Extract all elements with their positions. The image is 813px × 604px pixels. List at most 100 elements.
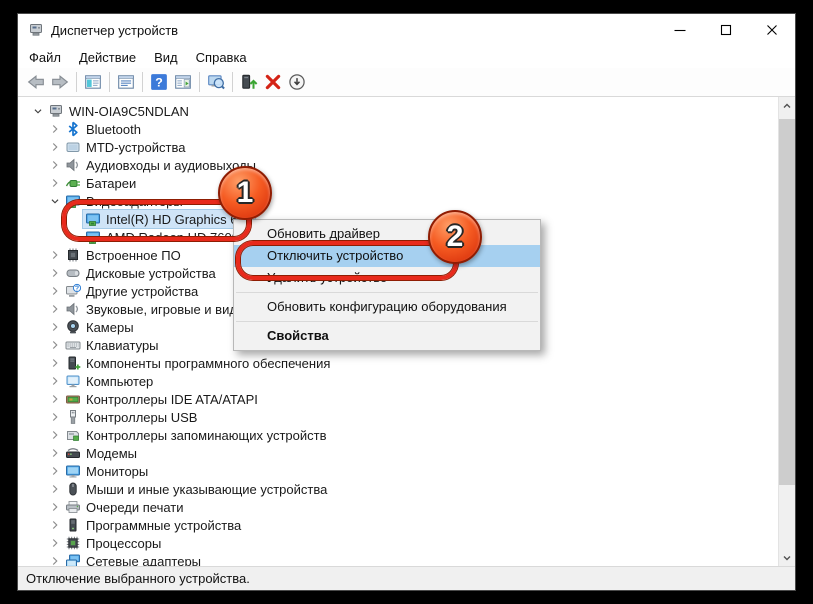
context-menu-item[interactable]: Обновить драйвер (234, 223, 540, 245)
tree-item-selected[interactable]: Intel(R) HD Graphics 620 (82, 209, 256, 229)
tree-row[interactable]: Bluetooth (18, 120, 778, 138)
tree-item[interactable]: Контроллеры IDE ATA/ATAPI (63, 390, 258, 408)
tree-item[interactable]: Мыши и иные указывающие устройства (63, 480, 327, 498)
chevron-right-icon[interactable] (47, 427, 63, 443)
context-menu-item[interactable]: Отключить устройство (234, 245, 540, 267)
tree-item[interactable]: Процессоры (63, 534, 161, 552)
tree-item[interactable]: AMD Radeon HD 7600M (83, 228, 250, 246)
disable-device-icon[interactable] (285, 70, 309, 94)
chevron-right-icon[interactable] (47, 553, 63, 566)
tree-row[interactable]: MTD-устройства (18, 138, 778, 156)
menu-file[interactable]: Файл (20, 48, 70, 67)
computer-icon (65, 373, 81, 389)
chevron-right-icon[interactable] (47, 391, 63, 407)
tree-item[interactable]: Видеоадаптеры (63, 192, 183, 210)
audio-icon (65, 157, 81, 173)
tree-item[interactable]: Модемы (63, 444, 137, 462)
tree-item[interactable]: Встроенное ПО (63, 246, 181, 264)
scrollbar-thumb[interactable] (779, 119, 795, 485)
menu-view[interactable]: Вид (145, 48, 187, 67)
chevron-right-icon[interactable] (47, 409, 63, 425)
tree-row[interactable]: Компьютер (18, 372, 778, 390)
action-pane-icon[interactable] (171, 70, 195, 94)
tree-item-label: Очереди печати (86, 499, 184, 515)
chevron-right-icon[interactable] (47, 373, 63, 389)
tree-row[interactable]: Видеоадаптеры (18, 192, 778, 210)
tree-row[interactable]: WIN-OIA9C5NDLAN (18, 102, 778, 120)
console-tree-icon[interactable] (81, 70, 105, 94)
chevron-right-icon[interactable] (47, 355, 63, 371)
chevron-down-icon[interactable] (30, 103, 46, 119)
menu-action[interactable]: Действие (70, 48, 145, 67)
forward-icon[interactable] (48, 70, 72, 94)
chevron-right-icon[interactable] (47, 247, 63, 263)
tree-row[interactable]: Мыши и иные указывающие устройства (18, 480, 778, 498)
tree-row[interactable]: Контроллеры IDE ATA/ATAPI (18, 390, 778, 408)
chevron-right-icon[interactable] (47, 517, 63, 533)
tree-row[interactable]: Модемы (18, 444, 778, 462)
tree-row[interactable]: Очереди печати (18, 498, 778, 516)
scroll-up-icon[interactable] (779, 97, 795, 114)
window-title: Диспетчер устройств (51, 22, 179, 38)
chevron-right-icon[interactable] (47, 139, 63, 155)
menu-help[interactable]: Справка (187, 48, 256, 67)
vertical-scrollbar[interactable] (778, 97, 795, 566)
chevron-right-icon[interactable] (47, 337, 63, 353)
close-button[interactable] (749, 14, 795, 46)
back-icon[interactable] (24, 70, 48, 94)
tree-row[interactable]: Программные устройства (18, 516, 778, 534)
tree-item[interactable]: Контроллеры запоминающих устройств (63, 426, 326, 444)
tree-item[interactable]: Аудиовходы и аудиовыходы (63, 156, 256, 174)
uninstall-device-icon[interactable] (261, 70, 285, 94)
chevron-right-icon[interactable] (47, 499, 63, 515)
tree-row[interactable]: Контроллеры USB (18, 408, 778, 426)
chevron-right-icon[interactable] (47, 265, 63, 281)
tree-item[interactable]: Дисковые устройства (63, 264, 216, 282)
toolbar-separator (232, 72, 233, 92)
help-icon[interactable]: ? (147, 70, 171, 94)
tree-item[interactable]: Компоненты программного обеспечения (63, 354, 330, 372)
tree-row[interactable]: Контроллеры запоминающих устройств (18, 426, 778, 444)
context-menu-item[interactable]: Свойства (234, 325, 540, 347)
tree-row[interactable]: Мониторы (18, 462, 778, 480)
tree-item[interactable]: Программные устройства (63, 516, 241, 534)
chevron-right-icon[interactable] (47, 301, 63, 317)
chevron-right-icon[interactable] (47, 535, 63, 551)
chevron-right-icon[interactable] (47, 157, 63, 173)
update-driver-icon[interactable] (237, 70, 261, 94)
chevron-down-icon[interactable] (47, 193, 63, 209)
scroll-down-icon[interactable] (779, 549, 795, 566)
properties-icon[interactable] (114, 70, 138, 94)
tree-item[interactable]: Клавиатуры (63, 336, 159, 354)
tree-item[interactable]: MTD-устройства (63, 138, 185, 156)
context-menu-item[interactable]: Удалить устройство (234, 267, 540, 289)
tree-item[interactable]: Камеры (63, 318, 134, 336)
chevron-right-icon[interactable] (47, 319, 63, 335)
tree-item[interactable]: Батареи (63, 174, 136, 192)
minimize-button[interactable] (657, 14, 703, 46)
scan-hardware-icon[interactable] (204, 70, 228, 94)
chevron-right-icon[interactable] (47, 283, 63, 299)
tree-row[interactable]: Процессоры (18, 534, 778, 552)
pc-root-icon (48, 103, 64, 119)
chevron-right-icon[interactable] (47, 175, 63, 191)
tree-item[interactable]: Bluetooth (63, 120, 141, 138)
tree-item[interactable]: Очереди печати (63, 498, 184, 516)
tree-item[interactable]: Компьютер (63, 372, 153, 390)
chevron-right-icon[interactable] (47, 463, 63, 479)
tree-item-label: Камеры (86, 319, 134, 335)
context-menu-item[interactable]: Обновить конфигурацию оборудования (234, 296, 540, 318)
tree-row[interactable]: Сетевые адаптеры (18, 552, 778, 566)
chevron-right-icon[interactable] (47, 445, 63, 461)
chevron-right-icon[interactable] (47, 121, 63, 137)
tree-row[interactable]: Компоненты программного обеспечения (18, 354, 778, 372)
tree-item[interactable]: Контроллеры USB (63, 408, 197, 426)
tree-row[interactable]: Батареи (18, 174, 778, 192)
tree-item[interactable]: ? Другие устройства (63, 282, 198, 300)
tree-item[interactable]: Мониторы (63, 462, 148, 480)
tree-item[interactable]: WIN-OIA9C5NDLAN (46, 102, 189, 120)
tree-item[interactable]: Сетевые адаптеры (63, 552, 201, 566)
maximize-button[interactable] (703, 14, 749, 46)
tree-row[interactable]: Аудиовходы и аудиовыходы (18, 156, 778, 174)
chevron-right-icon[interactable] (47, 481, 63, 497)
